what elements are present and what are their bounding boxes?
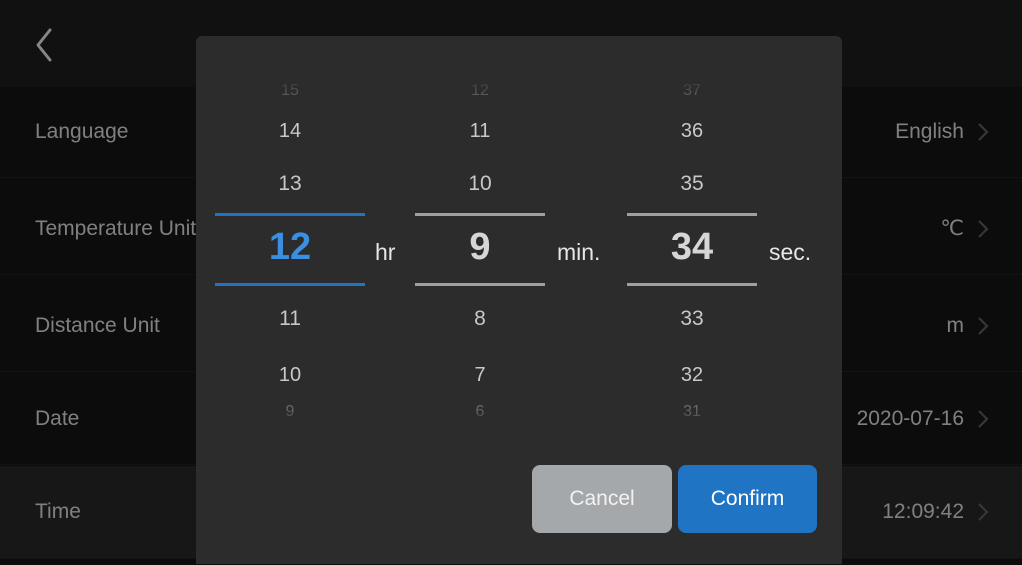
minute-option[interactable]: 11 — [415, 120, 545, 143]
hour-selection-line-top — [215, 213, 365, 216]
second-unit-label: sec. — [769, 239, 812, 265]
minute-selection-line-top — [415, 213, 545, 216]
minute-wheel[interactable]: 12 11 10 9 8 7 6 — [415, 36, 545, 456]
confirm-button[interactable]: Confirm — [678, 465, 817, 533]
second-option[interactable]: 33 — [627, 307, 757, 331]
minute-option[interactable]: 7 — [415, 364, 545, 387]
second-option[interactable]: 32 — [627, 364, 757, 387]
hour-option[interactable]: 9 — [215, 403, 365, 421]
second-option[interactable]: 35 — [627, 172, 757, 196]
second-option[interactable]: 37 — [627, 82, 757, 100]
minute-option[interactable]: 12 — [415, 82, 545, 100]
hour-wheel[interactable]: 15 14 13 12 11 10 9 — [215, 36, 365, 456]
second-wheel[interactable]: 37 36 35 34 33 32 31 — [627, 36, 757, 456]
hour-option[interactable]: 13 — [215, 172, 365, 196]
minute-option[interactable]: 8 — [415, 307, 545, 331]
hour-option[interactable]: 15 — [215, 82, 365, 100]
second-selection-line-bottom — [627, 283, 757, 286]
hour-option[interactable]: 14 — [215, 120, 365, 143]
second-option[interactable]: 36 — [627, 120, 757, 143]
hour-unit-label: hr — [375, 239, 396, 265]
settings-screen: Language&Date&Region Language English Te… — [0, 0, 1022, 565]
time-picker-dialog: 15 14 13 12 11 10 9 hr 12 11 10 9 8 7 6 … — [196, 36, 842, 564]
hour-option[interactable]: 11 — [215, 307, 365, 331]
minute-selection-line-bottom — [415, 283, 545, 286]
second-option[interactable]: 31 — [627, 403, 757, 421]
minute-option[interactable]: 10 — [415, 172, 545, 196]
hour-option[interactable]: 10 — [215, 364, 365, 387]
minute-selected-value[interactable]: 9 — [415, 226, 545, 269]
second-selected-value[interactable]: 34 — [627, 226, 757, 269]
minute-option[interactable]: 6 — [415, 403, 545, 421]
cancel-button[interactable]: Cancel — [532, 465, 672, 533]
second-selection-line-top — [627, 213, 757, 216]
hour-selection-line-bottom — [215, 283, 365, 286]
minute-unit-label: min. — [557, 239, 601, 265]
hour-selected-value[interactable]: 12 — [215, 226, 365, 269]
